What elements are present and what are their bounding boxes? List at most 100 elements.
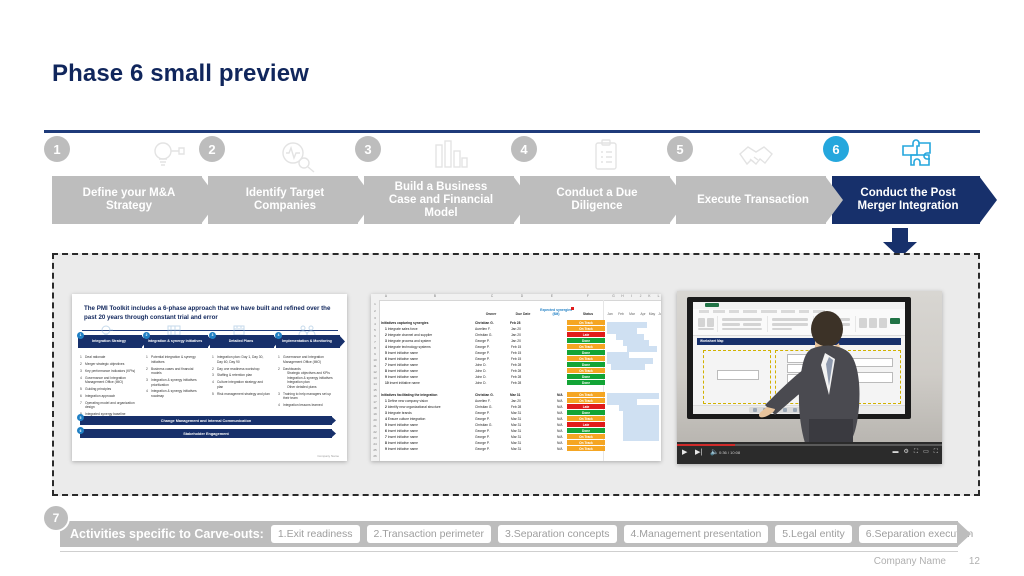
ss-row-owner: George P. xyxy=(475,345,490,349)
pmi-bar-chevron-6 xyxy=(331,429,336,439)
ss-row-owner: George P. xyxy=(475,351,490,355)
status-badge: Late xyxy=(567,332,605,338)
people-icon xyxy=(298,323,318,336)
list-item: 1 Integration plan: Day 1, Day 30, Day 60… xyxy=(212,355,264,364)
phase-label-2a: Identify Target xyxy=(245,187,325,199)
ss-row-owner: John D. xyxy=(475,369,487,373)
ss-row-due: Jan 20 xyxy=(511,327,521,331)
lightbulb-icon xyxy=(100,323,120,336)
phase-chevron-4[interactable]: Conduct a Due Diligence xyxy=(520,176,687,224)
pmi-bullets-4: 1 Governance and Integration Management O… xyxy=(276,351,340,408)
pmi-column-3: 3 Detailed Plans 1 Integration plan: Day … xyxy=(209,325,279,400)
carve-out-chip-4[interactable]: 4.Management presentation xyxy=(623,525,769,543)
presenter-figure xyxy=(759,311,860,443)
pmi-column-title-1: Integration Strategy xyxy=(92,339,126,344)
ss-row-due: Mar 31 xyxy=(511,441,522,445)
pmi-column-num-2: 2 xyxy=(143,332,150,339)
ss-row-due: Feb 15 xyxy=(511,357,522,361)
ss-row-due: Feb 28 xyxy=(511,369,522,373)
video-control-bar[interactable]: ▶ ▶| 🔈 0:36 / 10:08 ▬ ⚙ ⛶ ▭ ⛶ xyxy=(677,442,942,464)
page-title: Phase 6 small preview xyxy=(52,60,309,87)
subtitles-button[interactable]: ▬ xyxy=(893,449,899,456)
phase-label-3c: Model xyxy=(424,206,458,219)
preview-thumbnail-pmi-toolkit[interactable]: The PMI Toolkit includes a 6-phase appro… xyxy=(72,294,347,461)
ss-row-owner: Aurelien F. xyxy=(475,399,491,403)
network-icon xyxy=(166,323,186,336)
ss-row-owner: George P. xyxy=(475,357,490,361)
ss-section-owner-2: Christian G. xyxy=(475,393,494,397)
ss-row-name: Insert initiative name xyxy=(387,441,419,445)
carve-out-chip-5[interactable]: 5.Legal entity xyxy=(775,525,852,543)
spreadsheet-column-headers: A B C D E F G H I J K L xyxy=(371,294,661,301)
ss-row-owner: Christian G. xyxy=(475,405,493,409)
fullscreen-button[interactable]: ⛶ xyxy=(934,449,938,456)
pmi-bullets-1: 1 Deal rationale 2 Merger strategic object… xyxy=(78,351,142,423)
ss-row-name: Insert initiative name xyxy=(387,363,419,367)
ss-row-due: Mar 31 xyxy=(511,423,522,427)
col-letter: E xyxy=(550,294,554,298)
preview-thumbnail-spreadsheet[interactable]: A B C D E F G H I J K L 123 456 789 10 11… xyxy=(371,294,661,461)
pmi-bar-stakeholder-engagement: 6 Stakeholder Engagement xyxy=(77,427,336,438)
video-progress-bar[interactable] xyxy=(677,444,942,446)
pmi-column-header-2: 2 Integration & synergy initiatives xyxy=(143,332,213,348)
ss-row-name: Insert initiative name xyxy=(387,447,419,451)
status-badge: Done xyxy=(567,338,605,344)
phase-chevron-5[interactable]: Execute Transaction xyxy=(676,176,843,224)
ss-row-name: Integrate process and system xyxy=(387,339,432,343)
ss-header-expected-synergies: Expected synergies ($M) xyxy=(540,308,572,316)
ss-row-syn: N/A xyxy=(557,423,563,427)
phase-badge-5: 5 xyxy=(667,136,693,162)
ss-row-owner: John D. xyxy=(475,381,487,385)
ss-row-name: Integrate brands xyxy=(387,411,412,415)
phase-chevron-1[interactable]: Define your M&A Strategy xyxy=(52,176,219,224)
col-letter: A xyxy=(384,294,388,298)
excel-logo-icon xyxy=(705,303,719,307)
next-button[interactable]: ▶| xyxy=(695,449,702,457)
settings-button[interactable]: ⚙ xyxy=(904,449,909,456)
list-item: 3 Staffing & retention plan xyxy=(212,373,253,378)
ss-row-due: Jan 20 xyxy=(511,399,521,403)
miniplayer-button[interactable]: ⛶ xyxy=(914,449,918,456)
carve-out-chip-2[interactable]: 2.Transaction perimeter xyxy=(366,525,492,543)
video-time-label: 0:36 / 10:08 xyxy=(719,450,741,455)
phase-chevron-3[interactable]: Build a Business Case and Financial Mode… xyxy=(364,176,531,224)
volume-button[interactable]: 🔈 xyxy=(710,449,719,457)
ss-row-name: Insert initiative name xyxy=(387,351,419,355)
phase-chevron-2[interactable]: Identify Target Companies xyxy=(208,176,375,224)
preview-thumbnail-video[interactable]: Worksheet Map ▶ ▶| 🔈 0:36 / 10:08 ▬ ⚙ ⛶ … xyxy=(677,291,942,464)
ss-section-due-2: Mar 31 xyxy=(510,393,521,397)
pmi-column-title-3: Detailed Plans xyxy=(228,339,254,344)
carve-out-chip-3[interactable]: 3.Separation concepts xyxy=(498,525,617,543)
theater-button[interactable]: ▭ xyxy=(923,449,929,456)
carve-out-chip-1[interactable]: 1.Exit readiness xyxy=(270,525,360,543)
col-letter: H xyxy=(621,294,624,298)
ss-row-syn: N/A xyxy=(557,435,563,439)
ss-row-syn: N/A xyxy=(557,417,563,421)
slide-root: Phase 6 small preview 1 Define your M&A … xyxy=(0,0,1024,576)
ss-row-owner: John D. xyxy=(475,375,487,379)
excel-ribbon-group xyxy=(695,316,718,332)
title-divider xyxy=(44,130,980,133)
ss-row-owner: John D. xyxy=(475,363,487,367)
status-badge: Done xyxy=(567,380,605,386)
ss-header-owner: Owner xyxy=(485,312,497,316)
video-right-controls[interactable]: ▬ ⚙ ⛶ ▭ ⛶ xyxy=(893,449,938,456)
video-player[interactable]: Worksheet Map ▶ ▶| 🔈 0:36 / 10:08 ▬ ⚙ ⛶ … xyxy=(677,291,942,464)
ss-month-jun: Jun xyxy=(658,312,661,316)
carve-out-chevron xyxy=(957,521,971,552)
play-button[interactable]: ▶ xyxy=(682,449,687,457)
col-letter: C xyxy=(490,294,494,298)
phase-label-4b: Diligence xyxy=(571,200,623,212)
list-item: 3 Training to help managers set up their … xyxy=(278,391,332,401)
pmi-column-title-2: Integration & synergy initiatives xyxy=(147,339,203,344)
pmi-bar-num-6: 6 xyxy=(77,427,84,434)
ss-month-mar: Mar xyxy=(629,312,635,316)
magnifier-pulse-icon xyxy=(269,138,325,174)
ss-row-owner: Christian G. xyxy=(475,333,493,337)
phase-chevron-6-active[interactable]: Conduct the Post Merger Integration xyxy=(832,176,997,224)
status-badge: On Track xyxy=(567,326,605,332)
ss-row-owner: Aurelien F. xyxy=(475,327,491,331)
status-badge: On Track xyxy=(567,446,605,452)
list-item: 2 Merger strategic objectives xyxy=(80,362,125,367)
ss-row-due: Jan 20 xyxy=(511,339,521,343)
